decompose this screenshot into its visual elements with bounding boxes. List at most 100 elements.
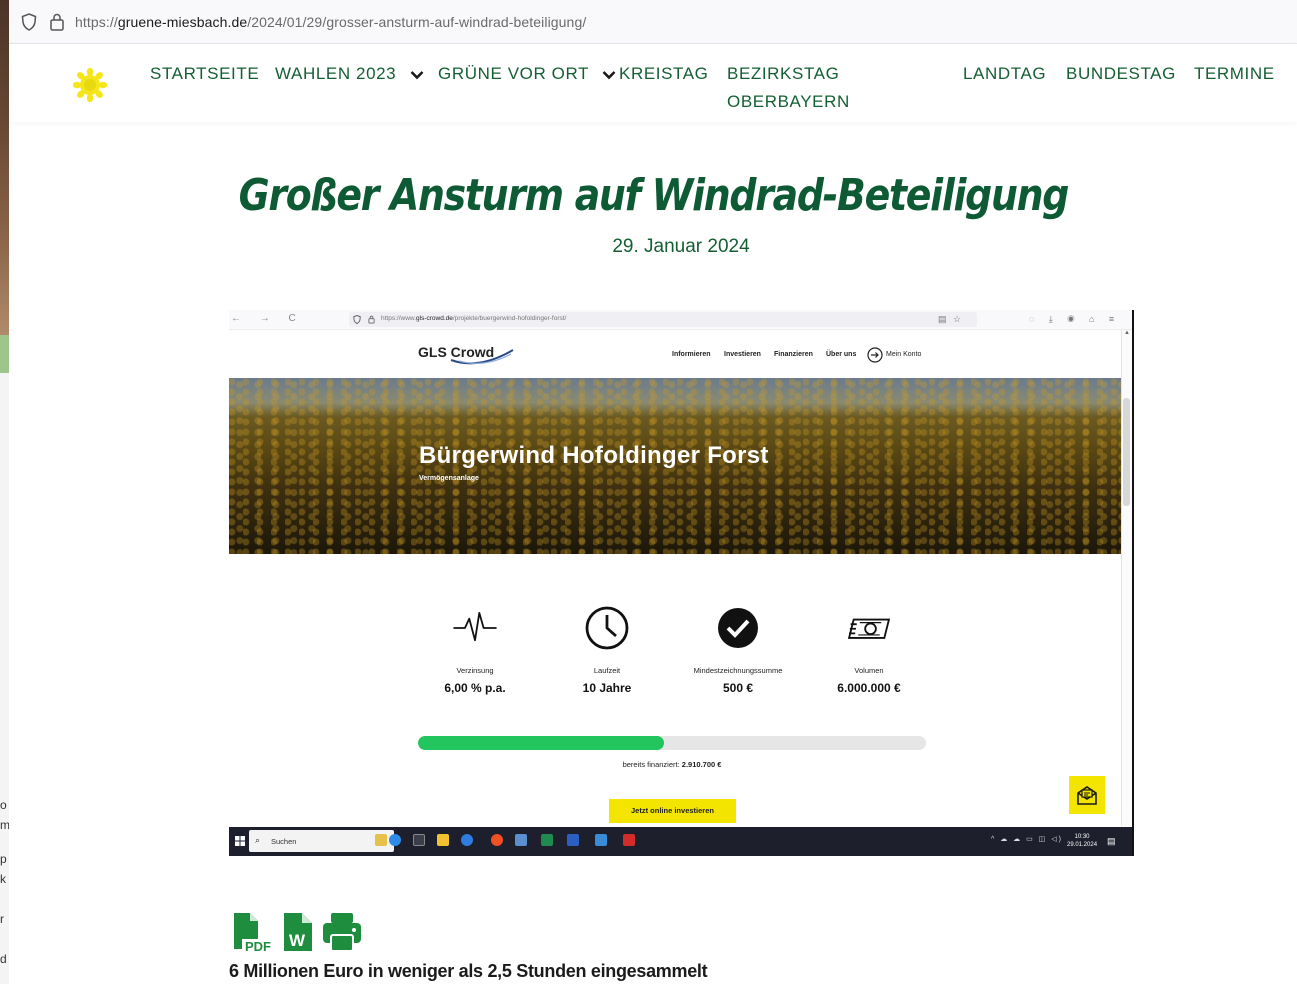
text-fragment: k — [0, 872, 6, 886]
notification-icon: ▤ — [1107, 836, 1116, 846]
hero-sunflower-field-image: Bürgerwind Hofoldinger Forst Vermögensan… — [229, 378, 1121, 554]
gls-header: GLS Crowd Informieren Investieren Finanz… — [229, 330, 1121, 378]
taskbar-clock: 10:30 29.01.2024 — [1067, 833, 1097, 849]
hero-subtitle: Vermögensanlage — [419, 475, 479, 482]
chevron-down-icon[interactable] — [602, 70, 616, 80]
address-bar[interactable]: https://gruene-miesbach.de/2024/01/29/gr… — [9, 0, 1297, 44]
stat-volumen: Volumen 6.000.000 € — [804, 605, 934, 695]
nav-label-line2: OBERBAYERN — [727, 92, 850, 111]
gls-nav-investieren: Investieren — [724, 351, 761, 358]
chevron-down-icon[interactable] — [410, 70, 424, 80]
nav-startseite[interactable]: STARTSEITE — [150, 60, 259, 88]
stat-label: Laufzeit — [593, 666, 621, 675]
system-tray-icons: ^ ☁ ☁ ▭ ◫ ◁) — [991, 836, 1063, 843]
excel-icon — [541, 834, 553, 846]
invest-button: Jetzt online investieren — [609, 799, 736, 823]
nav-termine[interactable]: TERMINE — [1194, 60, 1275, 88]
article-title: Großer Ansturm auf Windrad-Beteiligung — [238, 170, 1070, 221]
article-date: 29. Januar 2024 — [612, 236, 750, 257]
url-text[interactable]: https://gruene-miesbach.de/2024/01/29/gr… — [75, 14, 586, 30]
text-fragment: m — [0, 818, 9, 832]
pulse-icon — [453, 612, 497, 642]
nav-kreistag[interactable]: KREISTAG — [619, 60, 709, 88]
svg-text:PDF: PDF — [245, 939, 271, 953]
background-image — [0, 0, 9, 335]
embedded-url-path: /projekte/buergerwind-hofoldinger-forst/ — [452, 315, 567, 322]
text-fragment: o — [0, 798, 7, 812]
funding-progress-bar — [418, 736, 926, 750]
file-explorer-icon — [437, 834, 449, 846]
shield-icon — [353, 315, 361, 324]
stat-value: 500 € — [722, 681, 754, 695]
gls-nav-finanzieren: Finanzieren — [774, 351, 813, 358]
clock-date: 29.01.2024 — [1067, 842, 1098, 848]
gls-logo-swoosh-icon — [450, 349, 514, 365]
funding-progress-fill — [418, 736, 665, 750]
nav-label: WAHLEN 2023 — [275, 64, 397, 83]
text-fragment: d — [0, 952, 7, 966]
nav-gruene-vor-ort[interactable]: GRÜNE VOR ORT — [438, 60, 616, 88]
stat-laufzeit: Laufzeit 10 Jahre — [542, 605, 672, 695]
nav-wahlen-2023[interactable]: WAHLEN 2023 — [275, 60, 424, 88]
envelope-open-icon — [1077, 786, 1097, 805]
edge-browser-icon — [461, 834, 473, 846]
contact-mail-button[interactable] — [1069, 776, 1105, 814]
svg-text:W: W — [289, 931, 306, 950]
word-icon — [567, 834, 579, 846]
clock-time: 10:30 — [1074, 834, 1090, 840]
embedded-url-text: https://www.gls-crowd.de/projekte/buerge… — [381, 315, 566, 322]
article-subheading: 6 Millionen Euro in weniger als 2,5 Stun… — [229, 961, 708, 981]
bluetooth-app-icon — [389, 834, 401, 846]
text-fragment: p — [0, 852, 7, 866]
funded-label: bereits finanziert: — [622, 760, 680, 769]
nav-label-line1: BEZIRKSTAG — [727, 64, 840, 83]
nav-bezirkstag[interactable]: BEZIRKSTAG OBERBAYERN — [727, 60, 850, 116]
embedded-scroll-up-arrow: ▲ — [1124, 330, 1130, 336]
stat-label: Volumen — [854, 666, 884, 675]
nav-bundestag[interactable]: BUNDESTAG — [1066, 60, 1176, 88]
outlook-icon — [595, 834, 607, 846]
embedded-screenshot-image: ← → C https://www.gls-crowd.de/projekte/… — [229, 310, 1134, 856]
embedded-scrollbar-thumb — [1123, 398, 1130, 506]
clock-icon — [585, 606, 629, 650]
stat-value: 10 Jahre — [582, 681, 632, 695]
nav-landtag[interactable]: LANDTAG — [963, 60, 1046, 88]
pdf-download-icon[interactable]: PDF PDF — [232, 911, 274, 953]
browser-toolbar-icons: ◌ ⤓ ◉ ⌂ ≡ — [1029, 314, 1121, 324]
embedded-url-domain: gls-crowd.de — [416, 315, 453, 322]
text-fragment: r — [0, 912, 4, 926]
tracking-protection-shield-icon[interactable] — [21, 13, 37, 31]
embedded-url-prefix: https://www. — [381, 315, 417, 322]
calculator-icon — [515, 834, 527, 846]
stat-mindestzeichnungssumme: Mindestzeichnungssumme 500 € — [673, 605, 803, 695]
background-image-strip — [0, 335, 9, 373]
lock-icon — [368, 315, 375, 324]
windows-start-icon — [235, 836, 245, 846]
url-prefix: https:// — [75, 14, 118, 30]
word-download-icon[interactable]: W — [282, 911, 314, 953]
stat-value: 6,00 % p.a. — [444, 681, 506, 695]
money-icon — [847, 618, 891, 639]
gls-nav-ueber-uns: Über uns — [826, 351, 857, 358]
taskbar-search-placeholder: Suchen — [271, 837, 297, 846]
stat-label: Mindestzeichnungssumme — [693, 666, 783, 675]
checkmark-icon — [718, 608, 758, 648]
gls-nav-mein-konto: Mein Konto — [886, 351, 922, 358]
embedded-browser-toolbar: ← → C https://www.gls-crowd.de/projekte/… — [229, 310, 1132, 330]
sunflower-logo-icon[interactable] — [73, 68, 107, 102]
taskbar-search: ⌕ Suchen — [249, 830, 394, 852]
reader-view-icon: ▤ — [938, 314, 947, 324]
search-icon: ⌕ — [255, 835, 261, 845]
back-forward-reload-icons: ← → C — [231, 313, 304, 324]
stat-verzinsung: Verzinsung 6,00 % p.a. — [410, 605, 540, 695]
print-icon[interactable] — [321, 911, 363, 953]
acrobat-icon — [623, 834, 635, 846]
site-header: STARTSEITE WAHLEN 2023 GRÜNE VOR ORT KRE… — [9, 44, 1297, 122]
hero-title: Bürgerwind Hofoldinger Forst — [419, 442, 769, 469]
lock-icon[interactable] — [49, 12, 65, 32]
nav-label: GRÜNE VOR ORT — [438, 64, 589, 83]
bookmark-star-icon: ☆ — [953, 314, 962, 324]
funded-value: 2.910.700 € — [681, 760, 722, 769]
windows-taskbar: ⌕ Suchen ^ ☁ ☁ ▭ ◫ ◁) 10:30 29.01.2024 ▤ — [229, 827, 1132, 856]
task-view-icon — [413, 834, 425, 846]
